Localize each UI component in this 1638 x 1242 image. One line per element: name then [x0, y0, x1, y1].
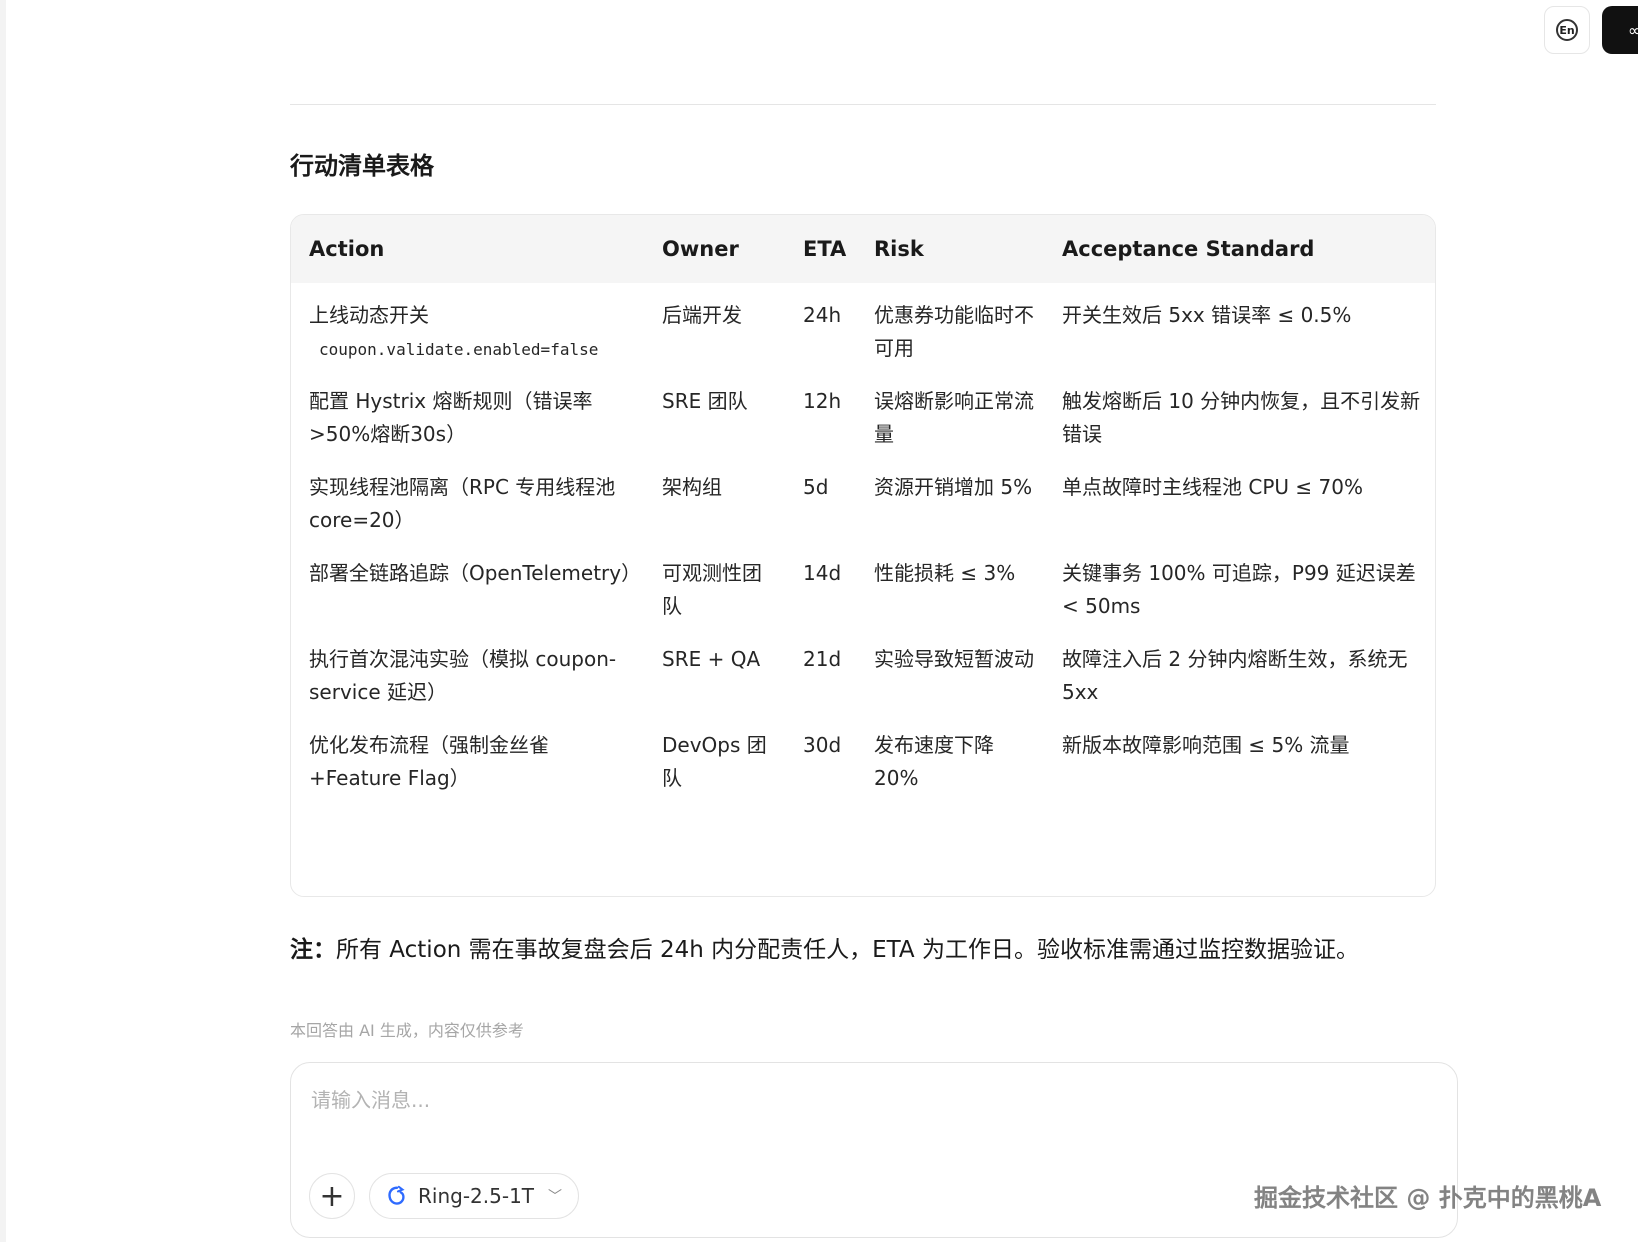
cell-action: 实现线程池隔离（RPC 专用线程池 core=20） [309, 475, 616, 532]
table-row: 配置 Hystrix 熔断规则（错误率>50%熔断30s） SRE 团队 12h… [291, 369, 1435, 455]
note-prefix: 注： [290, 937, 336, 963]
cell-action: 优化发布流程（强制金丝雀+Feature Flag） [309, 733, 549, 790]
column-header-action: Action [309, 237, 385, 261]
cell-eta: 14d [803, 561, 842, 585]
cell-owner: 后端开发 [662, 303, 742, 327]
ai-disclaimer: 本回答由 AI 生成，内容仅供参考 [290, 1021, 524, 1040]
top-right-action-button[interactable]: ∞ [1602, 6, 1638, 54]
cell-risk: 误熔断影响正常流量 [874, 389, 1034, 446]
cell-owner: DevOps 团队 [662, 733, 767, 790]
table-header-row: Action Owner ETA Risk Acceptance Standar… [291, 215, 1435, 283]
cell-acceptance: 故障注入后 2 分钟内熔断生效，系统无 5xx [1062, 647, 1408, 704]
cell-owner: SRE 团队 [662, 389, 748, 413]
plus-icon: + [319, 1178, 345, 1214]
table-row: 执行首次混沌实验（模拟 coupon-service 延迟） SRE + QA … [291, 627, 1435, 713]
cell-eta: 30d [803, 733, 842, 757]
cell-risk: 性能损耗 ≤ 3% [874, 561, 1016, 585]
cell-risk: 优惠券功能临时不可用 [874, 303, 1034, 360]
cell-acceptance: 单点故障时主线程池 CPU ≤ 70% [1062, 475, 1363, 499]
cell-eta: 24h [803, 303, 842, 327]
cell-owner: 架构组 [662, 475, 722, 499]
inline-code: coupon.validate.enabled=false [319, 340, 599, 359]
model-logo-icon [388, 1185, 405, 1205]
cell-eta: 12h [803, 389, 842, 413]
note-text: 所有 Action 需在事故复盘会后 24h 内分配责任人，ETA 为工作日。验… [336, 937, 1359, 963]
action-table: Action Owner ETA Risk Acceptance Standar… [290, 214, 1436, 897]
cell-action: 执行首次混沌实验（模拟 coupon-service 延迟） [309, 647, 617, 704]
add-attachment-button[interactable]: + [309, 1173, 355, 1219]
column-header-owner: Owner [662, 237, 739, 261]
cell-acceptance: 新版本故障影响范围 ≤ 5% 流量 [1062, 733, 1350, 757]
table-row: 部署全链路追踪（OpenTelemetry） 可观测性团队 14d 性能损耗 ≤… [291, 541, 1435, 627]
table-row: 优化发布流程（强制金丝雀+Feature Flag） DevOps 团队 30d… [291, 713, 1435, 799]
cell-action: 部署全链路追踪（OpenTelemetry） [309, 561, 642, 585]
model-name: Ring-2.5-1T [418, 1184, 535, 1208]
language-toggle-button[interactable]: En [1544, 6, 1590, 54]
action-text: 上线动态开关 [309, 303, 429, 327]
cell-owner: 可观测性团队 [662, 561, 762, 618]
cell-risk: 发布速度下降 20% [874, 733, 994, 790]
column-header-risk: Risk [874, 237, 924, 261]
table-row: 实现线程池隔离（RPC 专用线程池 core=20） 架构组 5d 资源开销增加… [291, 455, 1435, 541]
chevron-down-icon: ﹀ [548, 1189, 563, 1205]
table-row: 上线动态开关 coupon.validate.enabled=false 后端开… [291, 283, 1435, 369]
cell-owner: SRE + QA [662, 647, 761, 671]
cell-acceptance: 开关生效后 5xx 错误率 ≤ 0.5% [1062, 303, 1352, 327]
note-paragraph: 注：所有 Action 需在事故复盘会后 24h 内分配责任人，ETA 为工作日… [290, 930, 1359, 964]
watermark: 掘金技术社区 @ 扑克中的黑桃A [1254, 1184, 1602, 1212]
column-header-eta: ETA [803, 237, 847, 261]
cell-risk: 实验导致短暂波动 [874, 647, 1034, 671]
divider [290, 104, 1436, 105]
model-selector[interactable]: Ring-2.5-1T ﹀ [369, 1173, 579, 1219]
language-icon: En [1556, 19, 1578, 41]
message-input[interactable] [309, 1077, 1313, 1123]
cell-acceptance: 触发熔断后 10 分钟内恢复，且不引发新错误 [1062, 389, 1421, 446]
link-icon: ∞ [1628, 20, 1638, 40]
cell-risk: 资源开销增加 5% [874, 475, 1033, 499]
column-header-acceptance: Acceptance Standard [1062, 237, 1315, 261]
left-edge [0, 0, 6, 1242]
section-title: 行动清单表格 [290, 152, 434, 180]
cell-action: 配置 Hystrix 熔断规则（错误率>50%熔断30s） [309, 389, 593, 446]
cell-acceptance: 关键事务 100% 可追踪，P99 延迟误差 < 50ms [1062, 561, 1416, 618]
cell-action: 上线动态开关 coupon.validate.enabled=false [291, 283, 644, 369]
cell-eta: 5d [803, 475, 829, 499]
cell-eta: 21d [803, 647, 842, 671]
